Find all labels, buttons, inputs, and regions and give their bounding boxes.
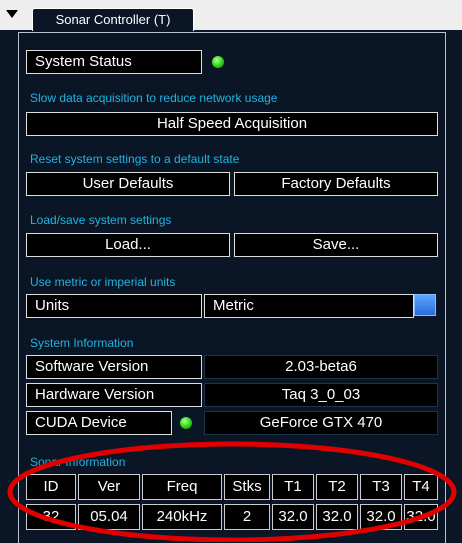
- sonar-header-t2: T2: [316, 474, 358, 500]
- sonar-value-ver: 05.04: [78, 504, 140, 530]
- sonar-value-stks: 2: [224, 504, 270, 530]
- sonar-value-t4: 32.0: [404, 504, 438, 530]
- cuda-device-led-icon: [180, 417, 192, 429]
- cuda-device-value: GeForce GTX 470: [204, 411, 438, 435]
- units-description: Use metric or imperial units: [30, 275, 176, 289]
- tab-bar: Sonar Controller (T): [0, 0, 462, 32]
- system-info-heading: System Information: [30, 336, 134, 350]
- sonar-header-t1: T1: [272, 474, 314, 500]
- half-speed-acquisition-button[interactable]: Half Speed Acquisition: [26, 112, 438, 136]
- tab-sonar-controller[interactable]: Sonar Controller (T): [32, 8, 194, 31]
- sonar-value-id: 32: [26, 504, 76, 530]
- sonar-header-freq: Freq: [142, 474, 222, 500]
- sonar-header-t4: T4: [404, 474, 438, 500]
- sonar-value-t2: 32.0: [316, 504, 358, 530]
- reset-description: Reset system settings to a default state: [30, 152, 240, 166]
- units-dropdown-button[interactable]: [414, 294, 436, 316]
- collapse-arrow-icon[interactable]: [6, 10, 18, 18]
- loadsave-description: Load/save system settings: [30, 213, 172, 227]
- sonar-value-freq: 240kHz: [142, 504, 222, 530]
- units-label: Units: [26, 294, 202, 318]
- sonar-header-id: ID: [26, 474, 76, 500]
- half-speed-description: Slow data acquisition to reduce network …: [30, 91, 278, 105]
- system-status-label: System Status: [26, 50, 202, 74]
- sonar-header-t3: T3: [360, 474, 402, 500]
- load-button[interactable]: Load...: [26, 233, 230, 257]
- sonar-value-t1: 32.0: [272, 504, 314, 530]
- save-button[interactable]: Save...: [234, 233, 438, 257]
- factory-defaults-button[interactable]: Factory Defaults: [234, 172, 438, 196]
- sonar-value-t3: 32.0: [360, 504, 402, 530]
- sonar-header-stks: Stks: [224, 474, 270, 500]
- sonar-header-ver: Ver: [78, 474, 140, 500]
- hardware-version-label: Hardware Version: [26, 383, 202, 407]
- hardware-version-value: Taq 3_0_03: [204, 383, 438, 407]
- system-status-led-icon: [212, 56, 224, 68]
- user-defaults-button[interactable]: User Defaults: [26, 172, 230, 196]
- software-version-value: 2.03-beta6: [204, 355, 438, 379]
- software-version-label: Software Version: [26, 355, 202, 379]
- cuda-device-label: CUDA Device: [26, 411, 172, 435]
- sonar-info-heading: Sonar Information: [30, 455, 126, 469]
- units-select[interactable]: Metric: [204, 294, 414, 318]
